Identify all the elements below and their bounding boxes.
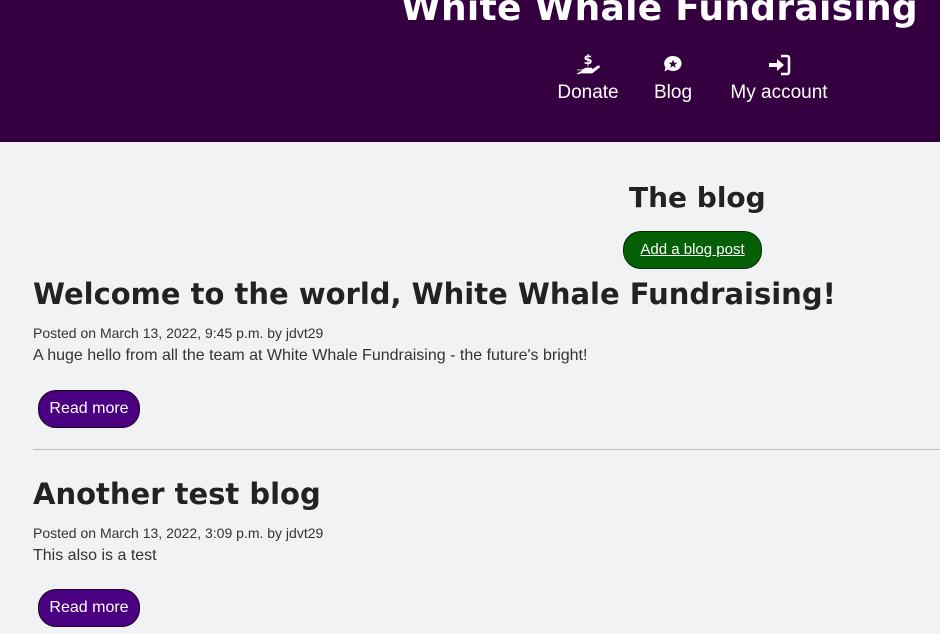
nav-my-account[interactable]: My account — [727, 52, 831, 104]
blog-post: Welcome to the world, White Whale Fundra… — [33, 276, 940, 428]
post-divider — [33, 449, 940, 450]
nav-blog-label: Blog — [653, 82, 693, 103]
nav-my-account-label: My account — [730, 82, 828, 103]
site-header: White Whale Fundraising $ Donate Blog My… — [0, 0, 940, 142]
nav-blog[interactable]: Blog — [652, 52, 694, 104]
post-meta: Posted on March 13, 2022, 9:45 p.m. by j… — [33, 325, 324, 341]
comment-star-icon — [664, 55, 682, 72]
post-meta: Posted on March 13, 2022, 3:09 p.m. by j… — [33, 525, 324, 541]
add-blog-post-button[interactable]: Add a blog post — [623, 231, 762, 269]
read-more-button[interactable]: Read more — [38, 589, 140, 627]
nav-donate-label: Donate — [557, 82, 619, 103]
hand-holding-dollar-icon: $ — [576, 53, 600, 75]
site-title[interactable]: White Whale Fundraising — [401, 0, 918, 29]
post-title: Welcome to the world, White Whale Fundra… — [33, 277, 836, 311]
post-excerpt: A huge hello from all the team at White … — [33, 347, 588, 364]
post-title: Another test blog — [33, 477, 321, 511]
page-title: The blog — [629, 181, 766, 214]
post-excerpt: This also is a test — [33, 547, 157, 564]
nav-donate[interactable]: $ Donate — [555, 52, 621, 104]
blog-post: Another test blog Posted on March 13, 20… — [33, 476, 940, 627]
sign-in-icon — [769, 54, 791, 76]
read-more-button[interactable]: Read more — [38, 390, 140, 428]
svg-text:$: $ — [583, 53, 592, 68]
